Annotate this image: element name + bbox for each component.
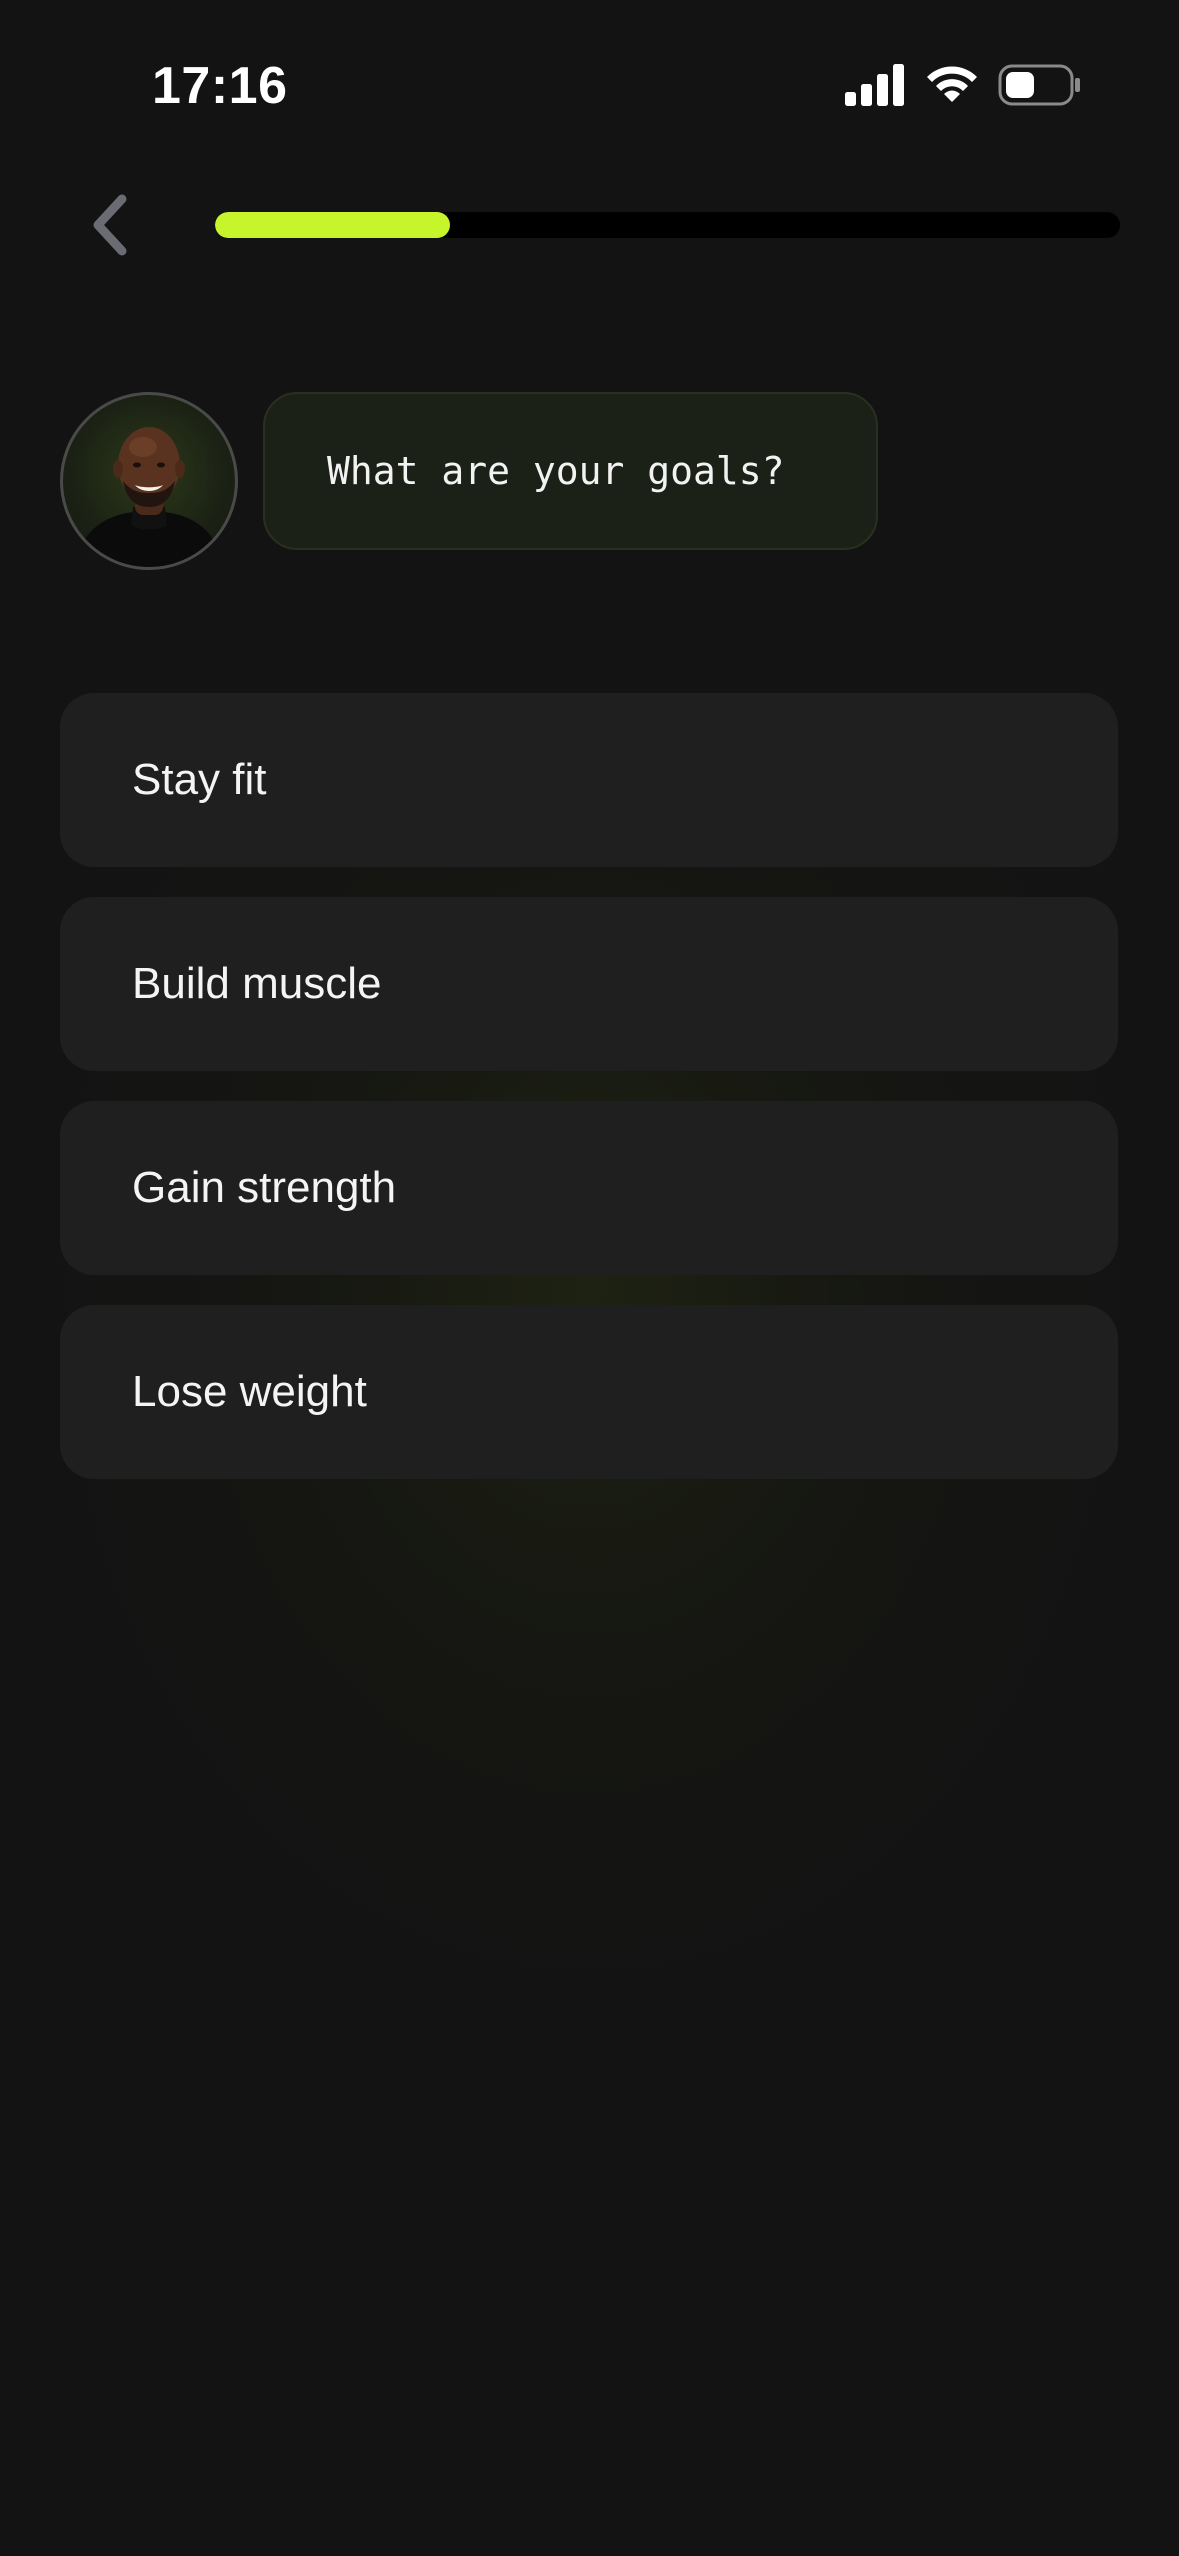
option-build-muscle[interactable]: Build muscle <box>60 897 1118 1071</box>
status-time: 17:16 <box>152 57 288 115</box>
wifi-icon <box>927 66 977 102</box>
coach-question: What are your goals? <box>327 449 785 493</box>
person-portrait-icon <box>75 427 223 567</box>
option-label: Gain strength <box>132 1163 397 1212</box>
progress-bar <box>215 212 1120 238</box>
chevron-left-icon <box>93 194 127 256</box>
status-bar: 17:16 <box>0 0 1179 175</box>
signal-icon <box>845 64 904 106</box>
option-label: Build muscle <box>132 959 382 1008</box>
coach-avatar <box>60 392 238 570</box>
battery-icon <box>998 64 1080 106</box>
option-label: Stay fit <box>132 755 267 804</box>
back-button[interactable] <box>70 180 150 270</box>
progress-bar-fill <box>215 212 451 238</box>
option-label: Lose weight <box>132 1367 367 1416</box>
coach-message-bubble: What are your goals? <box>263 392 878 550</box>
option-gain-strength[interactable]: Gain strength <box>60 1101 1118 1275</box>
goal-options-list: Stay fit Build muscle Gain strength Lose… <box>60 693 1118 1509</box>
option-stay-fit[interactable]: Stay fit <box>60 693 1118 867</box>
option-lose-weight[interactable]: Lose weight <box>60 1305 1118 1479</box>
